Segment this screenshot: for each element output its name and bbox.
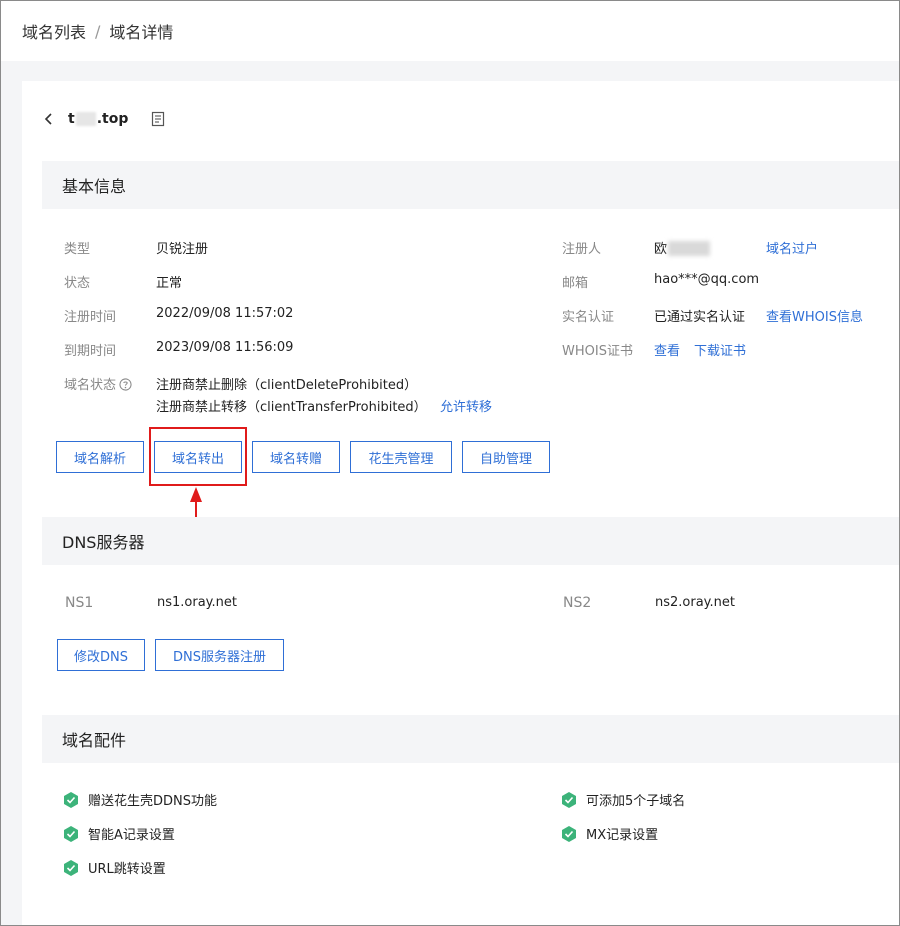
- domain-header: t .top: [42, 107, 166, 131]
- check-badge-icon: [562, 791, 576, 808]
- highlight-box: [149, 427, 247, 486]
- exp-time-value: 2023/09/08 11:56:09: [156, 340, 294, 355]
- domain-status-delete: 注册商禁止删除（clientDeleteProhibited）: [156, 378, 418, 393]
- breadcrumb: 域名列表 / 域名详情: [1, 1, 899, 61]
- check-badge-icon: [64, 859, 78, 876]
- addon-label: 赠送花生壳DDNS功能: [88, 794, 217, 809]
- addon-label: 智能A记录设置: [88, 828, 175, 843]
- domain-name: t .top: [68, 111, 128, 127]
- addon-item: URL跳转设置: [62, 858, 166, 877]
- type-value: 贝锐注册: [156, 242, 209, 257]
- self-manage-button[interactable]: 自助管理: [462, 441, 550, 473]
- allow-transfer-link[interactable]: 允许转移: [440, 396, 492, 415]
- hsk-manage-button[interactable]: 花生壳管理: [350, 441, 452, 473]
- realname-value: 已通过实名认证: [654, 310, 746, 325]
- status-label: 状态: [64, 276, 91, 291]
- transfer-owner-link[interactable]: 域名过户: [766, 238, 818, 257]
- domain-name-suffix: .top: [96, 111, 129, 127]
- check-badge-icon: [64, 825, 78, 842]
- email-label: 邮箱: [562, 276, 589, 291]
- modify-dns-button[interactable]: 修改DNS: [57, 639, 145, 671]
- domain-detail-card: t .top 基本信息 类型 贝锐注册 状态 正常 注册时间 2022/09/0…: [22, 81, 899, 925]
- type-label: 类型: [64, 242, 91, 257]
- ns2-label: NS2: [563, 595, 592, 611]
- breadcrumb-separator: /: [95, 21, 101, 41]
- ns1-value: ns1.oray.net: [157, 595, 237, 610]
- ns1-label: NS1: [65, 595, 94, 611]
- domain-resolve-button[interactable]: 域名解析: [56, 441, 144, 473]
- registrant-label: 注册人: [562, 242, 602, 257]
- help-icon[interactable]: [119, 378, 132, 391]
- whois-info-link[interactable]: 查看WHOIS信息: [766, 306, 863, 325]
- domain-status-label: 域名状态: [64, 374, 132, 393]
- basic-info-header: 基本信息: [42, 161, 899, 209]
- addons-header: 域名配件: [42, 715, 899, 763]
- registrant-masked: [668, 241, 711, 256]
- check-badge-icon: [64, 791, 78, 808]
- document-icon[interactable]: [150, 111, 166, 127]
- addon-item: 赠送花生壳DDNS功能: [62, 790, 217, 809]
- domain-gift-button[interactable]: 域名转赠: [252, 441, 340, 473]
- dns-register-button[interactable]: DNS服务器注册: [155, 639, 284, 671]
- realname-label: 实名认证: [562, 310, 615, 325]
- dns-header: DNS服务器: [42, 517, 899, 565]
- addon-item: 可添加5个子域名: [560, 790, 685, 809]
- breadcrumb-domain-list[interactable]: 域名列表: [22, 19, 86, 43]
- view-cert-link[interactable]: 查看: [654, 340, 680, 359]
- registrant-value: 欧: [654, 238, 711, 257]
- registrant-name: 欧: [654, 242, 668, 257]
- whois-cert-label: WHOIS证书: [562, 344, 633, 359]
- status-value: 正常: [156, 276, 183, 291]
- ns2-value: ns2.oray.net: [655, 595, 735, 610]
- domain-name-masked: [75, 112, 96, 126]
- addon-item: MX记录设置: [560, 824, 658, 843]
- domain-status-transfer: 注册商禁止转移（clientTransferProhibited）: [156, 400, 427, 415]
- reg-time-value: 2022/09/08 11:57:02: [156, 306, 294, 321]
- addon-item: 智能A记录设置: [62, 824, 175, 843]
- exp-time-label: 到期时间: [64, 344, 117, 359]
- back-icon[interactable]: [42, 112, 56, 126]
- addon-label: MX记录设置: [586, 828, 659, 843]
- check-badge-icon: [562, 825, 576, 842]
- email-value: hao***@qq.com: [654, 272, 760, 287]
- addon-label: URL跳转设置: [88, 862, 166, 877]
- breadcrumb-current: 域名详情: [109, 23, 174, 42]
- addon-label: 可添加5个子域名: [586, 794, 686, 809]
- domain-name-prefix: t: [68, 111, 75, 127]
- domain-status-label-text: 域名状态: [64, 378, 117, 393]
- reg-time-label: 注册时间: [64, 310, 117, 325]
- download-cert-link[interactable]: 下载证书: [694, 340, 746, 359]
